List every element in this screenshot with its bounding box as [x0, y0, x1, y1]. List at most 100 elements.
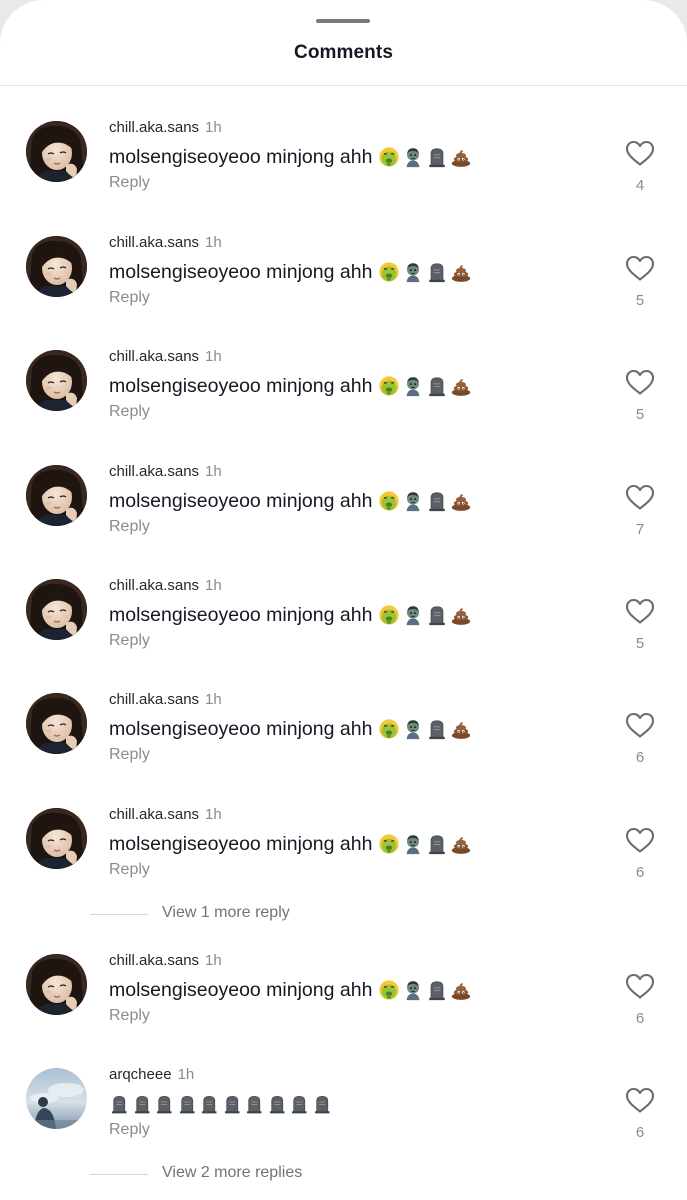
comment-emojis	[378, 146, 472, 168]
thread-line	[90, 914, 148, 915]
view-more-replies[interactable]: View 2 more replies	[0, 1161, 687, 1187]
like-count: 5	[635, 292, 645, 309]
reply-button[interactable]: Reply	[109, 632, 150, 650]
like-button[interactable]	[624, 1086, 656, 1114]
like-button[interactable]	[624, 826, 656, 854]
like-button[interactable]	[624, 597, 656, 625]
avatar[interactable]	[26, 693, 87, 754]
reply-button[interactable]: Reply	[109, 174, 150, 192]
comment-text: molsengiseoyeoo minjong ahh	[109, 976, 472, 1004]
comment-item: chill.aka.sans 1h molsengiseoyeoo minjong…	[0, 463, 687, 575]
avatar[interactable]	[26, 236, 87, 297]
comment-time: 1h	[205, 806, 222, 823]
heart-outline-icon	[624, 254, 656, 282]
reply-button[interactable]: Reply	[109, 1121, 150, 1139]
comment-text-label: molsengiseoyeoo minjong ahh	[109, 832, 373, 855]
comment-text-label: molsengiseoyeoo minjong ahh	[109, 260, 373, 283]
comment-time: 1h	[205, 577, 222, 594]
zombie-emoji	[402, 146, 424, 168]
reply-button[interactable]: Reply	[109, 403, 150, 421]
view-more-replies-label[interactable]: View 2 more replies	[162, 1164, 302, 1182]
comment-time: 1h	[205, 119, 222, 136]
nauseated-face-emoji	[378, 490, 400, 512]
comment-time: 1h	[177, 1066, 195, 1083]
comment-username[interactable]: chill.aka.sans	[109, 119, 199, 136]
heart-outline-icon	[624, 711, 656, 739]
comment-text: molsengiseoyeoo minjong ahh	[109, 601, 472, 629]
comment-time: 1h	[205, 691, 222, 708]
nauseated-face-emoji	[378, 604, 400, 626]
headstone-emoji	[267, 1093, 288, 1115]
heart-outline-icon	[624, 1086, 656, 1114]
like-count: 7	[635, 521, 645, 538]
reply-button[interactable]: Reply	[109, 1007, 150, 1025]
comment-text: molsengiseoyeoo minjong ahh	[109, 487, 472, 515]
reply-button[interactable]: Reply	[109, 746, 150, 764]
comment-username[interactable]: chill.aka.sans	[109, 691, 199, 708]
pile-of-poo-emoji	[450, 979, 472, 1001]
comment-time: 1h	[205, 952, 222, 969]
comment-username[interactable]: arqcheee	[109, 1066, 172, 1083]
nauseated-face-emoji	[378, 146, 400, 168]
like-button[interactable]	[624, 972, 656, 1000]
reply-button[interactable]: Reply	[109, 861, 150, 879]
comment-text-label: molsengiseoyeoo minjong ahh	[109, 489, 373, 512]
nauseated-face-emoji	[378, 261, 400, 283]
zombie-emoji	[402, 375, 424, 397]
headstone-emoji	[426, 261, 448, 283]
avatar[interactable]	[26, 808, 87, 869]
headstone-emoji	[222, 1093, 243, 1115]
pile-of-poo-emoji	[450, 261, 472, 283]
like-button[interactable]	[624, 711, 656, 739]
avatar[interactable]	[26, 579, 87, 640]
headstone-emoji	[289, 1093, 310, 1115]
comment-text-label: molsengiseoyeoo minjong ahh	[109, 374, 373, 397]
avatar[interactable]	[26, 954, 87, 1015]
pile-of-poo-emoji	[450, 833, 472, 855]
comment-username[interactable]: chill.aka.sans	[109, 952, 199, 969]
avatar[interactable]	[26, 465, 87, 526]
comment-text: molsengiseoyeoo minjong ahh	[109, 143, 472, 171]
like-count: 5	[635, 635, 645, 652]
comment-text: molsengiseoyeoo minjong ahh	[109, 372, 472, 400]
avatar[interactable]	[26, 121, 87, 182]
headstone-emoji	[426, 604, 448, 626]
view-more-replies[interactable]: View 1 more reply	[0, 901, 687, 927]
like-count: 4	[635, 177, 645, 194]
like-count: 6	[635, 749, 645, 766]
headstone-emoji	[154, 1093, 175, 1115]
reply-button[interactable]: Reply	[109, 289, 150, 307]
drag-handle[interactable]	[316, 19, 370, 23]
comment-item: chill.aka.sans 1h molsengiseoyeoo minjong…	[0, 691, 687, 803]
thread-line	[90, 1174, 148, 1175]
like-button[interactable]	[624, 368, 656, 396]
comment-emojis	[109, 1093, 332, 1115]
like-button[interactable]	[624, 483, 656, 511]
comment-text: molsengiseoyeoo minjong ahh	[109, 258, 472, 286]
comment-item: chill.aka.sans 1h molsengiseoyeoo minjong…	[0, 234, 687, 346]
reply-button[interactable]: Reply	[109, 518, 150, 536]
comment-username[interactable]: chill.aka.sans	[109, 348, 199, 365]
sheet-title: Comments	[294, 42, 393, 63]
like-button[interactable]	[624, 254, 656, 282]
avatar[interactable]	[26, 350, 87, 411]
nauseated-face-emoji	[378, 833, 400, 855]
comment-username[interactable]: chill.aka.sans	[109, 577, 199, 594]
avatar[interactable]	[26, 1068, 87, 1129]
heart-outline-icon	[624, 483, 656, 511]
pile-of-poo-emoji	[450, 718, 472, 740]
headstone-emoji	[312, 1093, 333, 1115]
comment-text-label: molsengiseoyeoo minjong ahh	[109, 717, 373, 740]
comment-text	[109, 1090, 332, 1118]
heart-outline-icon	[624, 597, 656, 625]
headstone-emoji	[426, 979, 448, 1001]
like-button[interactable]	[624, 139, 656, 167]
comment-emojis	[378, 604, 472, 626]
nauseated-face-emoji	[378, 375, 400, 397]
comment-username[interactable]: chill.aka.sans	[109, 463, 199, 480]
headstone-emoji	[426, 718, 448, 740]
comment-item: chill.aka.sans 1h molsengiseoyeoo minjong…	[0, 577, 687, 689]
view-more-replies-label[interactable]: View 1 more reply	[162, 904, 290, 922]
comment-username[interactable]: chill.aka.sans	[109, 234, 199, 251]
comment-username[interactable]: chill.aka.sans	[109, 806, 199, 823]
